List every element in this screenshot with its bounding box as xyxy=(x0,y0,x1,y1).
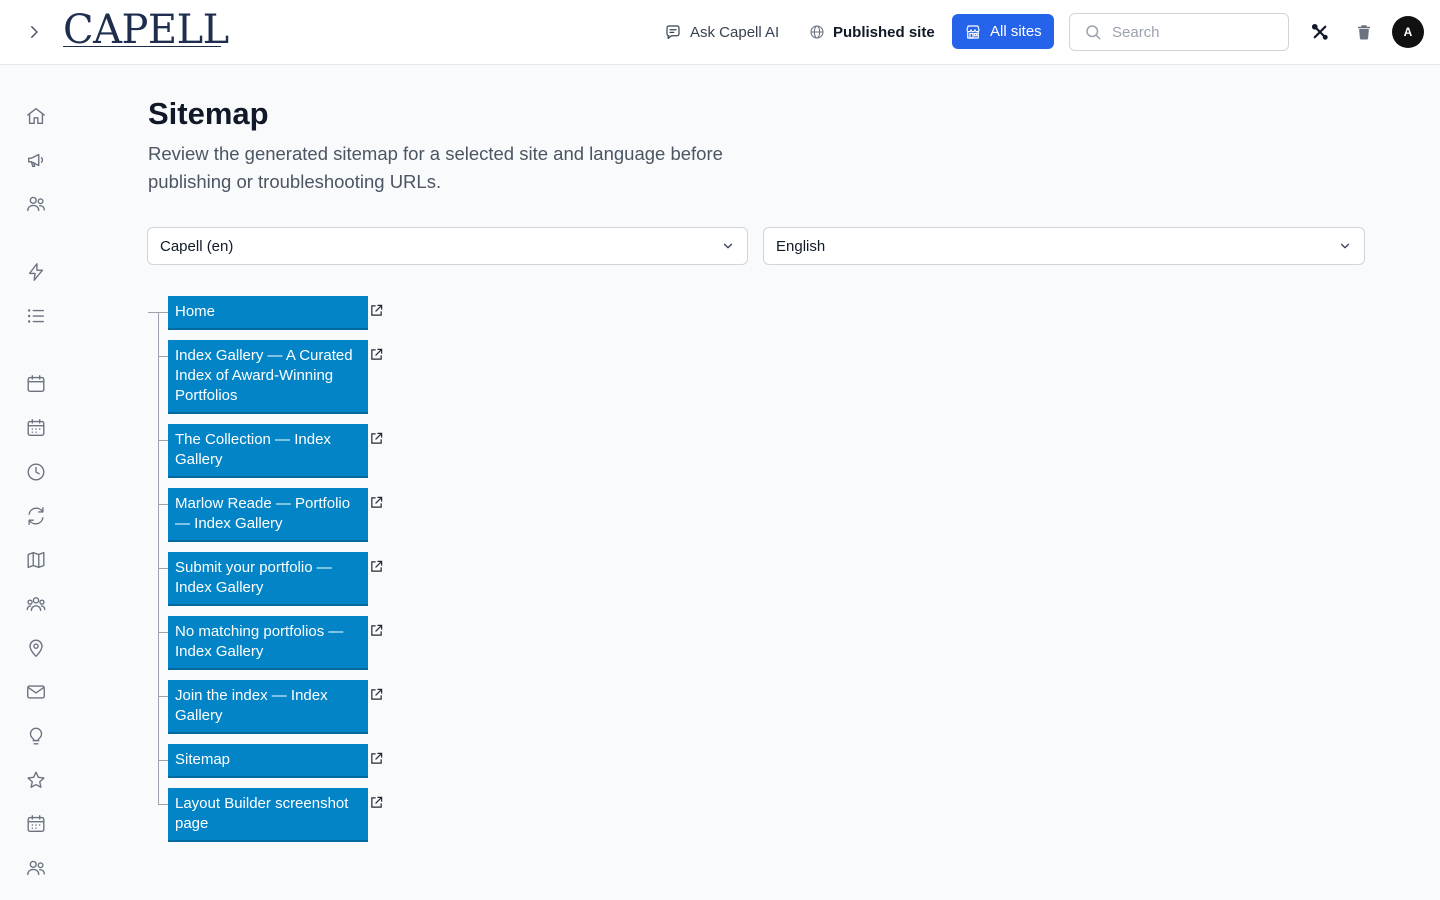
building-storefront-icon xyxy=(966,24,980,39)
chevron-down-icon xyxy=(1340,243,1350,249)
tree-connector xyxy=(158,804,168,805)
external-link-icon[interactable] xyxy=(369,303,383,317)
wrench-screwdriver-icon xyxy=(1311,23,1328,40)
sitemap-node[interactable]: The Collection — Index Gallery xyxy=(168,424,368,478)
external-link-icon[interactable] xyxy=(369,623,383,637)
sitemap-node[interactable]: Layout Builder screenshot page xyxy=(168,788,368,842)
sitemap-node[interactable]: No matching portfolios — Index Gallery xyxy=(168,616,368,670)
trash-button[interactable] xyxy=(1352,20,1376,44)
calendar-days-icon[interactable] xyxy=(24,416,48,440)
refresh-icon[interactable] xyxy=(24,504,48,528)
tree-connector xyxy=(158,504,168,505)
trash-icon xyxy=(1358,25,1370,40)
list-icon[interactable] xyxy=(24,304,48,328)
external-link-icon[interactable] xyxy=(369,751,383,765)
calendar-icon[interactable] xyxy=(24,372,48,396)
search-input[interactable] xyxy=(1112,23,1272,41)
sitemap-node[interactable]: Index Gallery — A Curated Index of Award… xyxy=(168,340,368,414)
bolt-icon[interactable] xyxy=(24,260,48,284)
page-description: Review the generated sitemap for a selec… xyxy=(148,143,723,192)
language-select[interactable]: English xyxy=(763,227,1365,265)
mail-icon[interactable] xyxy=(24,680,48,704)
expand-sidebar-button[interactable] xyxy=(20,18,48,46)
users-icon[interactable] xyxy=(24,192,48,216)
site-select[interactable]: Capell (en) xyxy=(147,227,748,265)
tree-connector xyxy=(158,632,168,633)
home-icon[interactable] xyxy=(24,104,48,128)
external-link-icon[interactable] xyxy=(369,495,383,509)
tree-connector xyxy=(158,356,168,357)
megaphone-icon[interactable] xyxy=(24,148,48,172)
search-icon xyxy=(1086,25,1101,40)
user-avatar[interactable]: A xyxy=(1392,16,1424,48)
sitemap-node[interactable]: Submit your portfolio — Index Gallery xyxy=(168,552,368,606)
map-pin-icon[interactable] xyxy=(24,636,48,660)
language-select-value: English xyxy=(776,237,826,255)
user-group-icon[interactable] xyxy=(24,592,48,616)
sitemap-node[interactable]: Marlow Reade — Portfolio — Index Gallery xyxy=(168,488,368,542)
lightbulb-icon[interactable] xyxy=(24,724,48,748)
chat-bubble-icon xyxy=(666,25,680,39)
site-select-value: Capell (en) xyxy=(160,237,234,255)
globe-icon xyxy=(810,25,824,39)
calendar-days-icon[interactable] xyxy=(24,812,48,836)
sitemap-node[interactable]: Home xyxy=(168,296,368,330)
external-link-icon[interactable] xyxy=(369,347,383,361)
users-icon[interactable] xyxy=(24,856,48,880)
all-sites-button[interactable]: All sites xyxy=(952,14,1054,49)
search-box[interactable] xyxy=(1069,13,1289,51)
tree-connector xyxy=(148,312,168,313)
tools-button[interactable] xyxy=(1308,20,1332,44)
top-bar: CAPELL Ask Capell AI Published site All … xyxy=(0,0,1440,65)
tree-connector xyxy=(158,440,168,441)
external-link-icon[interactable] xyxy=(369,559,383,573)
page-title: Sitemap xyxy=(148,96,269,131)
logo-underline xyxy=(63,46,221,47)
tree-connector xyxy=(158,696,168,697)
tree-connector xyxy=(158,312,159,804)
tree-connector xyxy=(158,760,168,761)
sitemap-node[interactable]: Sitemap xyxy=(168,744,368,778)
all-sites-label: All sites xyxy=(990,23,1042,40)
chevron-right-icon xyxy=(31,26,38,38)
clock-icon[interactable] xyxy=(24,460,48,484)
star-icon[interactable] xyxy=(24,768,48,792)
published-site-label: Published site xyxy=(833,23,935,41)
chevron-down-icon xyxy=(723,243,733,249)
ask-ai-button[interactable]: Ask Capell AI xyxy=(664,14,779,50)
sitemap-node[interactable]: Join the index — Index Gallery xyxy=(168,680,368,734)
map-icon[interactable] xyxy=(24,548,48,572)
tree-connector xyxy=(158,568,168,569)
external-link-icon[interactable] xyxy=(369,795,383,809)
published-site-button[interactable]: Published site xyxy=(809,14,935,50)
external-link-icon[interactable] xyxy=(369,687,383,701)
external-link-icon[interactable] xyxy=(369,431,383,445)
ask-ai-label: Ask Capell AI xyxy=(690,23,780,41)
